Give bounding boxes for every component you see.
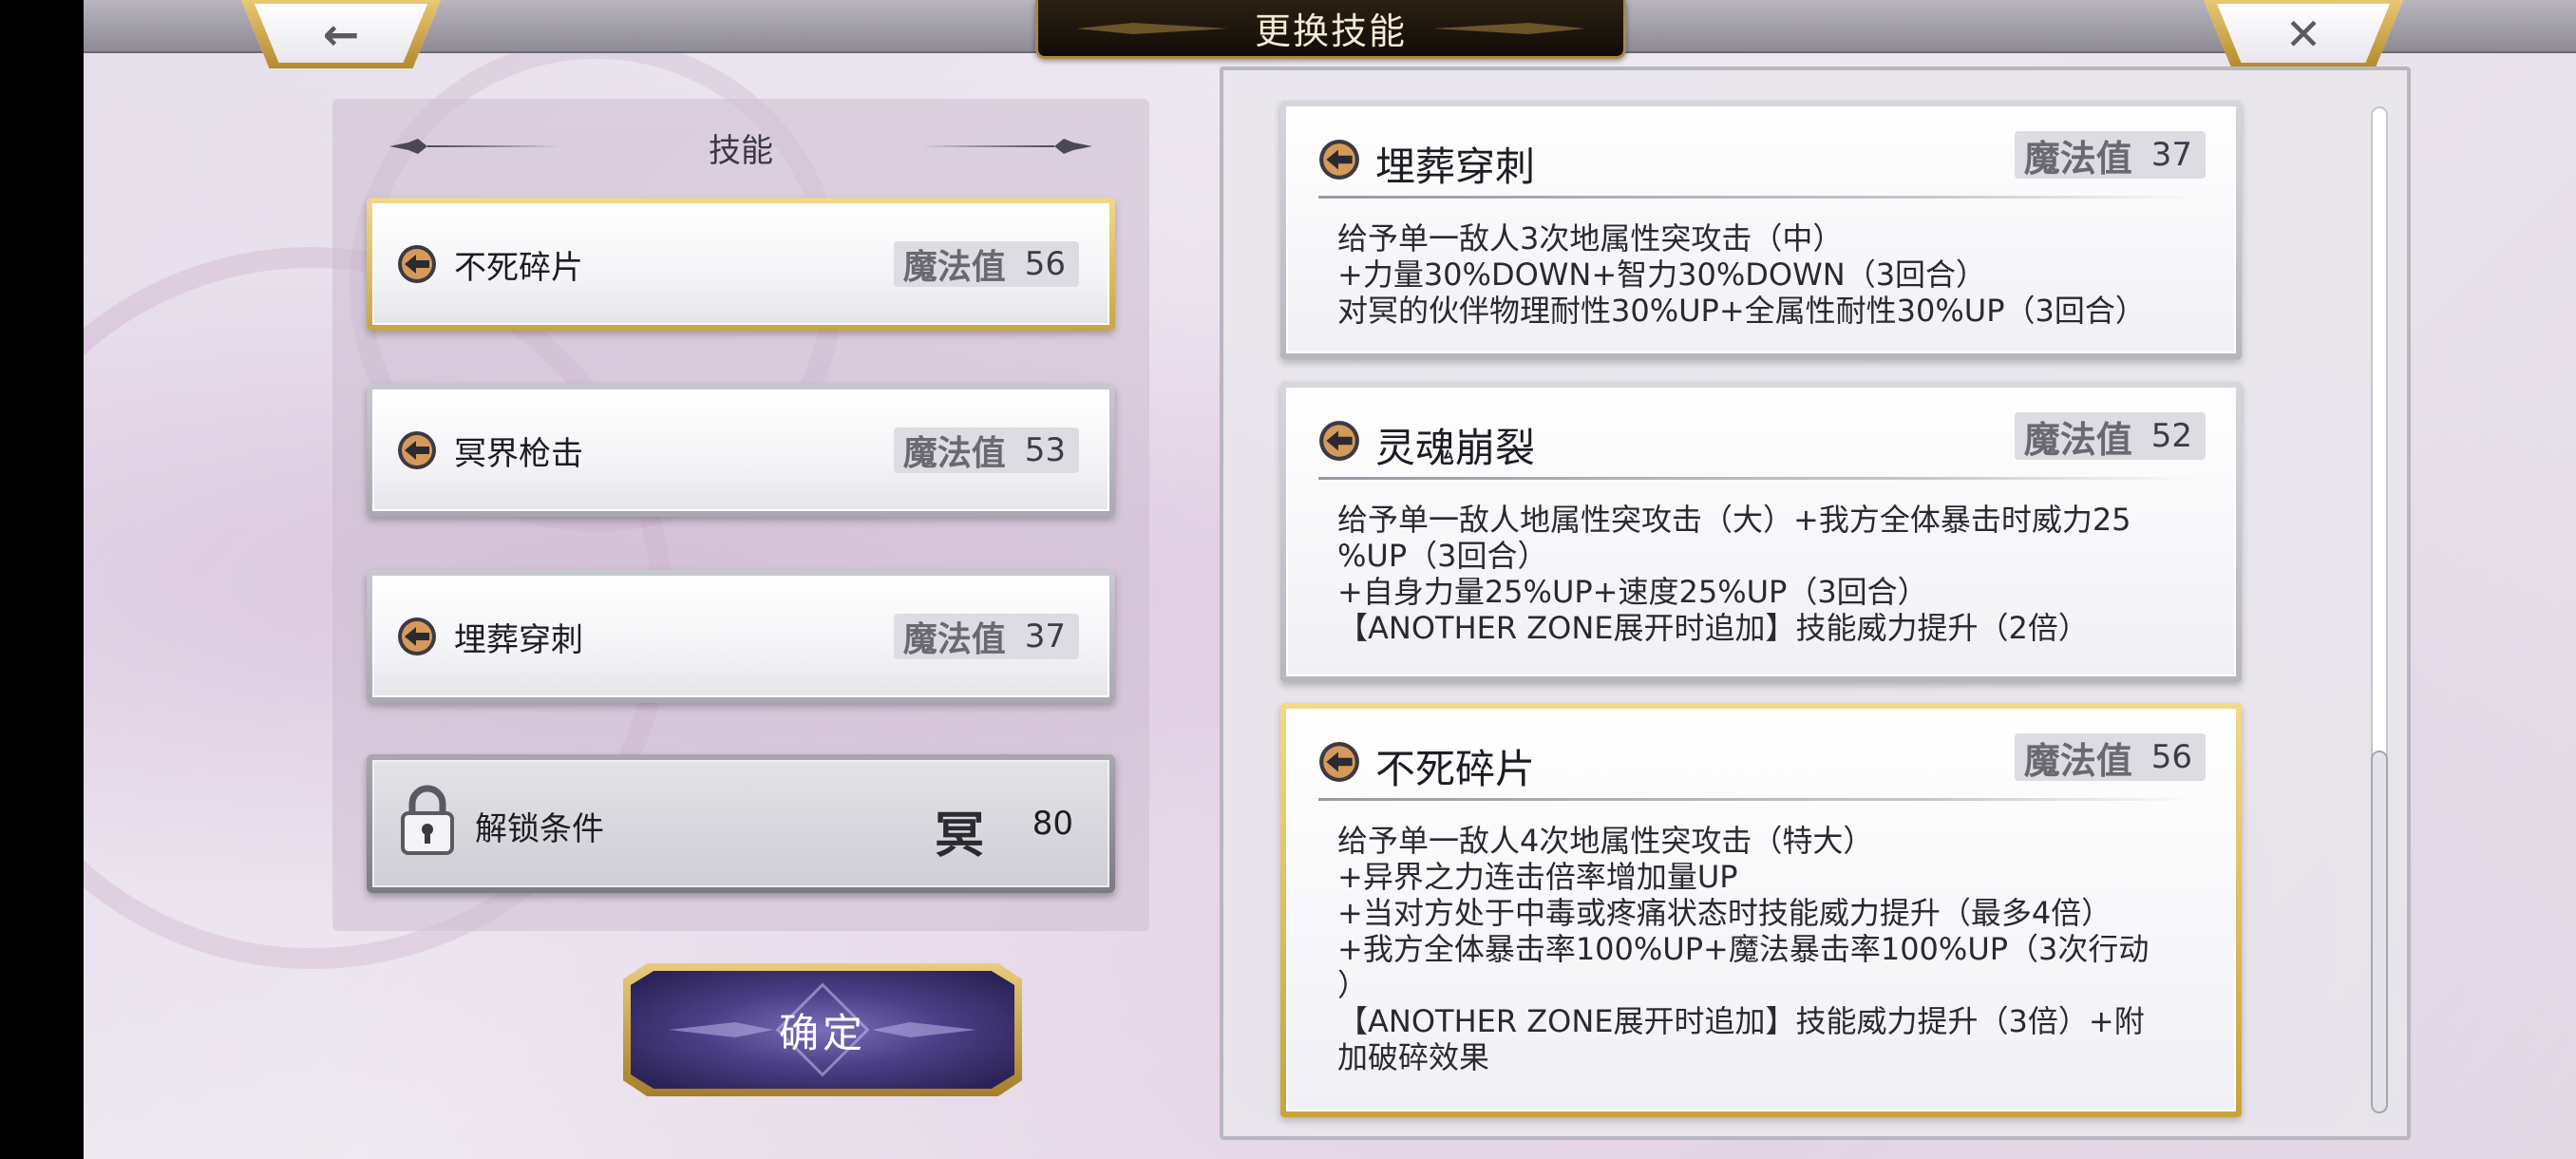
description-line: ） — [1337, 967, 1369, 1003]
title-ornament-right — [1433, 23, 1585, 34]
mp-label: 魔法值 — [902, 620, 1006, 659]
button-ornament-right — [872, 1022, 976, 1037]
description-line: +自身力量25%UP+速度25%UP（3回合） — [1337, 574, 1928, 610]
description-line: 【ANOTHER ZONE展开时追加】技能威力提升（3倍）+附 — [1337, 1003, 2145, 1039]
skill-detail-card-3[interactable]: 不死碎片 魔法值 56 给予单一敌人4次地属性突攻击（特大） +异界之力连击倍率… — [1280, 703, 2242, 1117]
skill-detail-name: 灵魂崩裂 — [1375, 425, 1536, 471]
mp-label: 魔法值 — [2023, 418, 2132, 461]
skill-arrow-icon — [1319, 421, 1359, 461]
skill-name: 冥界枪击 — [454, 434, 583, 473]
skill-arrow-icon — [398, 618, 436, 656]
skill-slot-3[interactable]: 埋葬穿刺 魔法值 37 — [367, 570, 1115, 703]
title-ornament-left — [1076, 23, 1228, 34]
skill-detail-card-1[interactable]: 埋葬穿刺 魔法值 37 给予单一敌人3次地属性突攻击（中） +力量30%DOWN… — [1280, 101, 2242, 359]
description-line: +力量30%DOWN+智力30%DOWN（3回合） — [1337, 256, 1987, 293]
mp-label: 魔法值 — [902, 248, 1006, 287]
header-ornament-right — [921, 139, 1092, 154]
mp-value: 37 — [2150, 136, 2192, 174]
mp-cost: 魔法值 52 — [2014, 412, 2206, 461]
skill-detail-name: 埋葬穿刺 — [1375, 143, 1536, 190]
unlock-value: 80 — [1032, 805, 1073, 843]
panel-header: 技能 — [332, 124, 1149, 171]
confirm-label: 确定 — [778, 1009, 866, 1056]
divider — [1318, 196, 2196, 199]
mp-cost: 魔法值 56 — [2014, 733, 2206, 782]
close-button[interactable]: ✕ — [2204, 0, 2403, 68]
unlock-condition-label: 解锁条件 — [475, 810, 604, 848]
title-plate: 更换技能 — [1035, 0, 1626, 59]
description-line: 【ANOTHER ZONE展开时追加】技能威力提升（2倍） — [1337, 610, 2089, 646]
divider — [1318, 798, 2196, 801]
mp-cost: 魔法值 37 — [893, 614, 1079, 659]
mp-value: 52 — [2150, 417, 2192, 455]
skill-arrow-icon — [1319, 742, 1359, 782]
skill-arrow-icon — [398, 431, 436, 469]
close-icon: ✕ — [2284, 9, 2322, 60]
skill-list-panel: 技能 不死碎片 魔法值 56 冥界枪击 魔法值 53 埋葬穿刺 魔法值 37 解… — [332, 99, 1149, 931]
skill-detail-card-2[interactable]: 灵魂崩裂 魔法值 52 给予单一敌人地属性突攻击（大）+我方全体暴击时威力25 … — [1280, 382, 2242, 682]
mp-cost: 魔法值 56 — [893, 241, 1079, 287]
scrollbar-thumb[interactable] — [2371, 750, 2388, 1113]
confirm-button[interactable]: 确定 — [623, 963, 1022, 1096]
lock-icon — [401, 785, 454, 855]
skill-description: 给予单一敌人4次地属性突攻击（特大） +异界之力连击倍率增加量UP +当对方处于… — [1337, 823, 2196, 1075]
mp-value: 56 — [1024, 245, 1066, 283]
mp-value: 53 — [1024, 431, 1066, 469]
description-line: 给予单一敌人地属性突攻击（大）+我方全体暴击时威力25 — [1337, 502, 2131, 538]
skill-slot-2[interactable]: 冥界枪击 魔法值 53 — [367, 384, 1115, 517]
mp-cost: 魔法值 37 — [2014, 131, 2206, 180]
mp-label: 魔法值 — [902, 434, 1006, 473]
skill-name: 不死碎片 — [454, 248, 583, 287]
game-screen: ← 更换技能 ✕ 技能 不死碎片 魔法值 56 冥界枪击 魔法值 53 埋葬穿刺… — [84, 0, 2576, 1159]
description-line: 对冥的伙伴物理耐性30%UP+全属性耐性30%UP（3回合） — [1337, 293, 2146, 329]
skill-name: 埋葬穿刺 — [454, 620, 583, 659]
mp-label: 魔法值 — [2023, 739, 2132, 782]
back-button[interactable]: ← — [241, 0, 441, 68]
mp-value: 37 — [1024, 618, 1066, 656]
button-ornament-left — [669, 1022, 773, 1037]
mp-cost: 魔法值 53 — [893, 428, 1079, 473]
description-line: %UP（3回合） — [1337, 538, 1548, 574]
skill-arrow-icon — [1319, 140, 1359, 180]
back-arrow-icon: ← — [322, 9, 360, 60]
header-ornament-left — [389, 139, 560, 154]
skill-slot-1[interactable]: 不死碎片 魔法值 56 — [367, 198, 1115, 331]
panel-title: 技能 — [709, 131, 773, 170]
skill-description: 给予单一敌人3次地属性突攻击（中） +力量30%DOWN+智力30%DOWN（3… — [1337, 220, 2196, 329]
divider — [1318, 477, 2196, 480]
description-line: +当对方处于中毒或疼痛状态时技能威力提升（最多4倍） — [1337, 895, 2112, 931]
description-line: 给予单一敌人3次地属性突攻击（中） — [1337, 220, 1844, 256]
description-line: +我方全体暴击率100%UP+魔法暴击率100%UP（3次行动 — [1337, 931, 2150, 967]
description-line: 加破碎效果 — [1337, 1039, 1490, 1075]
skill-description: 给予单一敌人地属性突攻击（大）+我方全体暴击时威力25 %UP（3回合） +自身… — [1337, 502, 2196, 646]
skill-detail-name: 不死碎片 — [1375, 746, 1536, 792]
skill-arrow-icon — [398, 245, 436, 283]
locked-skill-slot[interactable]: 解锁条件 冥 80 — [367, 754, 1115, 893]
mp-label: 魔法值 — [2023, 137, 2132, 180]
skill-detail-panel[interactable]: 埋葬穿刺 魔法值 37 给予单一敌人3次地属性突攻击（中） +力量30%DOWN… — [1220, 66, 2411, 1140]
unlock-glyph: 冥 — [935, 808, 985, 864]
mp-value: 56 — [2150, 738, 2192, 776]
description-line: +异界之力连击倍率增加量UP — [1337, 859, 1738, 895]
description-line: 给予单一敌人4次地属性突攻击（特大） — [1337, 823, 1874, 859]
page-title: 更换技能 — [1254, 10, 1407, 52]
